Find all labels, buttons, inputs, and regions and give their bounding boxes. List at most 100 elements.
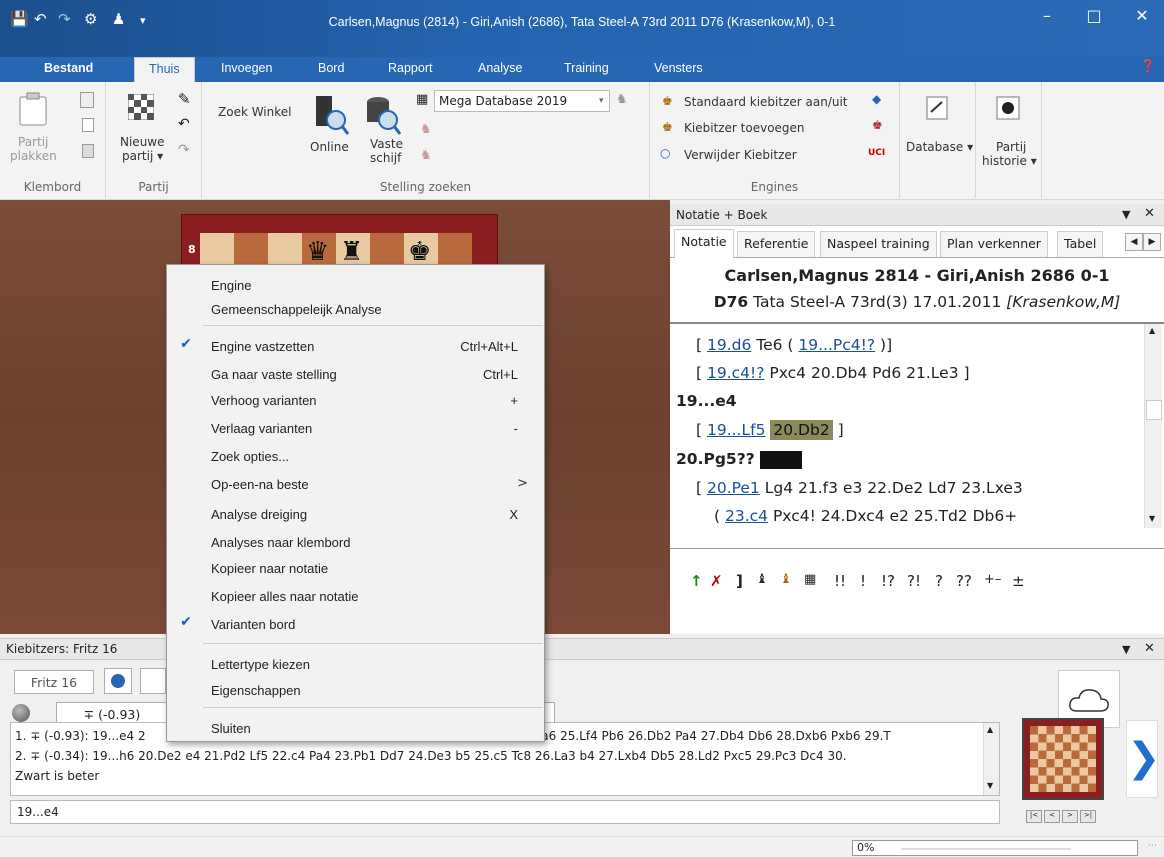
copy-icon[interactable] [80,92,94,108]
symbol-interesting[interactable]: !? [881,572,895,590]
context-menu-item[interactable]: Lettertype kiezen [167,652,544,676]
resize-grip-icon[interactable]: ⋯ [1148,841,1157,851]
bishop-annot-icon[interactable]: ♝ [780,572,792,587]
move[interactable]: 19.c4!? [707,364,764,382]
symbol-good[interactable]: ! [860,572,866,590]
main-move[interactable]: 19...e4 [676,392,737,410]
standaard-kiebitzer-button[interactable]: Standaard kiebitzer aan/uit [684,95,848,109]
context-menu-item[interactable]: Gemeenschappeleijk Analyse [167,297,544,321]
notation-text[interactable]: [ 19.d6 Te6 ( 19...Pc4!? )] [ 19.c4!? Px… [670,322,1164,548]
pane-menu-icon[interactable]: ▼ [1122,208,1130,221]
zoek-winkel-button[interactable]: Zoek Winkel [218,105,292,119]
nav-last-icon[interactable]: >| [1080,810,1096,823]
vaste-label-2[interactable]: schijf [370,151,401,165]
tab-thuis[interactable]: Thuis [134,57,195,84]
pawn-annot-icon[interactable]: ♝ [756,572,768,587]
context-menu-item[interactable]: Analyse dreiging X [167,502,544,526]
scroll-down-icon[interactable]: ▼ [987,781,993,790]
context-menu-item[interactable]: ✔ Varianten bord [167,612,544,636]
tab-bord[interactable]: Bord [318,61,344,75]
tab-analyse[interactable]: Analyse [478,61,522,75]
close-button[interactable]: ✕ [1122,6,1162,25]
analysis-scrollbar[interactable]: ▲ ▼ [983,723,999,795]
edit-icon[interactable]: ✎ [178,90,191,108]
kibitzer-close-icon[interactable]: ✕ [1144,641,1155,656]
tab-training[interactable]: Training [564,61,609,75]
clipboard-icon[interactable] [18,92,48,126]
new-game-board-icon[interactable] [128,94,154,120]
online-search-icon[interactable] [314,96,350,136]
symbol-blunder[interactable]: ?? [956,572,972,590]
history-icon[interactable] [996,96,1020,120]
historie-label-2[interactable]: historie ▾ [982,154,1037,168]
delete-icon[interactable]: ✗ [710,572,723,590]
cut-icon[interactable] [82,118,94,132]
symbol-advantage[interactable]: ± [1012,572,1025,590]
engine-next-button[interactable] [140,668,166,694]
engine-toggle-icon[interactable]: ◆ [872,92,881,106]
move[interactable]: 23.c4 [725,507,768,525]
scroll-up-icon[interactable]: ▲ [1149,326,1155,335]
filter-icon[interactable]: ♞ [616,92,628,107]
tab-plan-verkenner[interactable]: Plan verkenner [940,231,1048,257]
current-move-field[interactable]: 19...e4 [10,800,1000,824]
tab-vensters[interactable]: Vensters [654,61,703,75]
context-menu-item[interactable]: Engine [167,273,544,297]
database-select[interactable]: Mega Database 2019 ▾ [434,90,610,112]
move[interactable]: 20.Pe1 [707,479,760,497]
black-queen-icon[interactable]: ♛ [306,237,329,267]
black-king-icon[interactable]: ♚ [408,237,431,267]
context-menu-item[interactable]: Verhoog varianten + [167,388,544,412]
bracket-icon[interactable]: ] [736,572,743,590]
symbol-dubious[interactable]: ?! [907,572,921,590]
vaste-label-1[interactable]: Vaste [370,137,403,151]
board-copy-icon[interactable] [82,144,94,158]
context-menu-item[interactable]: Ga naar vaste stelling Ctrl+L [167,362,544,386]
next-arrow-icon[interactable]: ❯ [1126,720,1161,798]
board-square[interactable] [268,233,302,267]
symbol-winning[interactable]: +– [984,572,1001,587]
analysis-line-2[interactable]: 2. ∓ (-0.34): 19...h6 20.De2 e4 21.Pd2 L… [15,749,983,763]
tab-scroll-right-icon[interactable]: ▶ [1143,233,1161,251]
context-menu-item[interactable]: Analyses naar klembord [167,530,544,554]
tab-tabel[interactable]: Tabel [1057,231,1104,257]
database-button[interactable]: Database ▾ [906,140,973,154]
engine-tab-fritz[interactable]: Fritz 16 [14,670,94,694]
nav-first-icon[interactable]: |< [1026,810,1042,823]
tab-bestand[interactable]: Bestand [44,61,93,75]
current-move[interactable]: 20.Db2 [770,420,833,440]
search-material-icon[interactable]: ♞ [420,148,432,163]
context-menu-item[interactable]: Eigenschappen [167,678,544,702]
search-position-icon[interactable]: ♞ [420,122,432,137]
historie-label-1[interactable]: Partij [996,140,1026,154]
symbol-mistake[interactable]: ? [935,572,943,590]
board-square[interactable] [234,233,268,267]
uci-icon[interactable]: UCI [868,148,885,158]
up-arrow-icon[interactable]: ↑ [690,572,703,590]
tab-rapport[interactable]: Rapport [388,61,432,75]
board-square[interactable] [438,233,472,267]
chevron-down-icon[interactable]: ▾ [599,94,604,108]
verwijder-kiebitzer-button[interactable]: Verwijder Kiebitzer [684,148,797,162]
context-menu-item[interactable]: Zoek opties... [167,444,544,468]
black-rook-icon[interactable]: ♜ [340,237,363,267]
board-annot-icon[interactable]: ▦ [804,572,816,587]
scroll-down-icon[interactable]: ▼ [1149,514,1155,523]
mini-board[interactable] [1022,718,1104,800]
engine-add-icon[interactable]: ♚ [872,118,883,132]
help-icon[interactable]: ❓ [1140,59,1156,74]
nav-next-icon[interactable]: > [1062,810,1078,823]
main-move[interactable]: 20.Pg5?? [676,450,803,469]
scroll-up-icon[interactable]: ▲ [987,725,993,734]
symbol-brilliant[interactable]: !! [834,572,846,590]
tab-invoegen[interactable]: Invoegen [221,61,272,75]
context-menu-item[interactable]: Op-een-na beste > [167,472,544,496]
pane-close-icon[interactable]: ✕ [1144,206,1155,221]
tab-notatie[interactable]: Notatie [674,229,734,258]
board-square[interactable] [200,233,234,267]
undo-move-icon[interactable]: ↶ [178,116,190,132]
maximize-button[interactable]: □ [1074,6,1114,25]
context-menu-item[interactable]: Kopieer naar notatie [167,556,544,580]
context-menu-item[interactable]: Sluiten [167,716,544,740]
nav-prev-icon[interactable]: < [1044,810,1060,823]
